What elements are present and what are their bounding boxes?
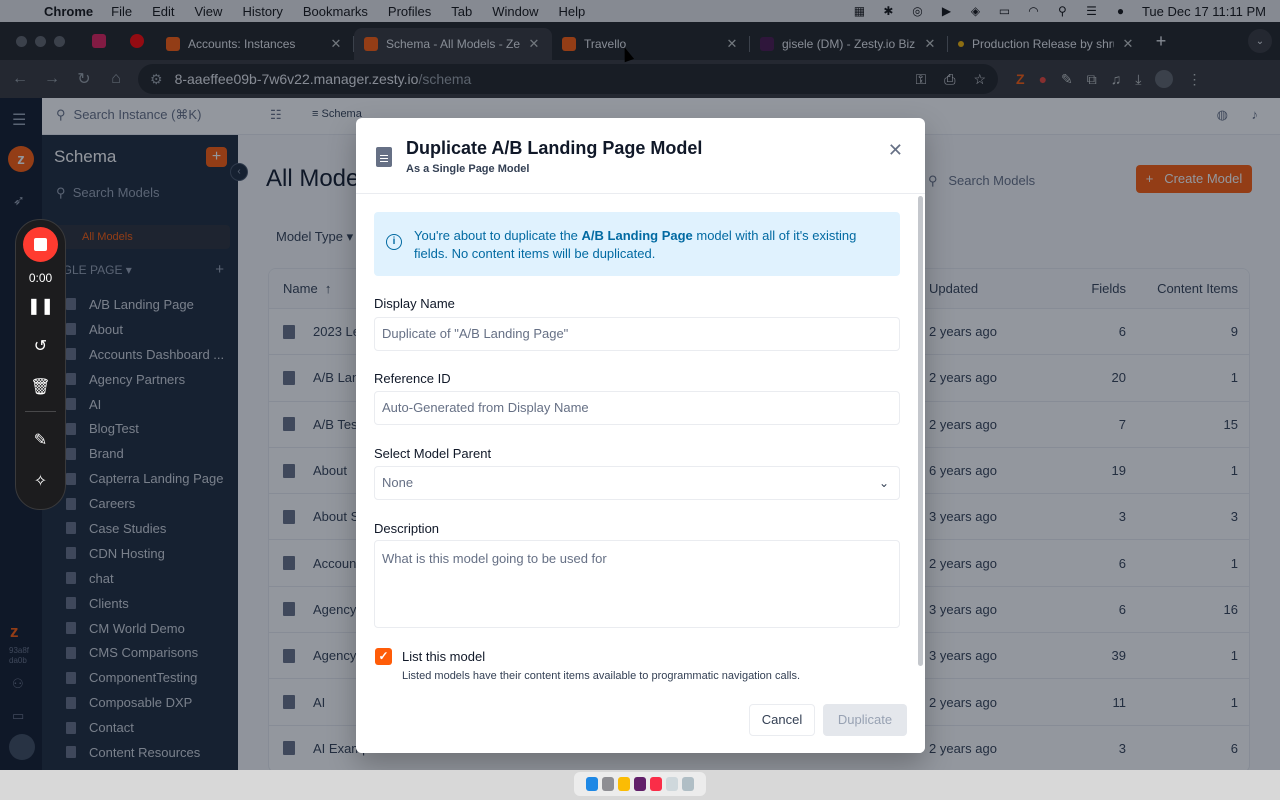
trash-icon[interactable]: 🗑 [16, 377, 65, 397]
close-icon[interactable]: ✕ [888, 140, 903, 161]
duplicate-button[interactable]: Duplicate [823, 704, 907, 736]
finder-icon[interactable] [586, 777, 598, 791]
description-textarea[interactable]: What is this model going to be used for [374, 540, 900, 628]
description-label: Description [374, 521, 440, 536]
trash-icon[interactable] [682, 777, 694, 791]
display-name-field[interactable]: Duplicate of "A/B Landing Page" [374, 317, 900, 351]
list-model-checkbox[interactable]: ✓ [375, 648, 392, 665]
reference-id-label: Reference ID [374, 371, 451, 386]
cancel-button[interactable]: Cancel [749, 704, 815, 736]
duplicate-model-dialog: Duplicate A/B Landing Page Model As a Si… [356, 118, 925, 753]
dialog-footer: Cancel Duplicate [356, 686, 925, 753]
dock-apps [574, 772, 706, 796]
list-model-help: Listed models have their content items a… [402, 670, 801, 682]
slack-icon[interactable] [634, 777, 646, 791]
stop-recording-button[interactable] [23, 227, 58, 262]
list-model-label[interactable]: List this model [402, 649, 485, 664]
dialog-header: Duplicate A/B Landing Page Model As a Si… [356, 118, 925, 194]
dialog-subtitle: As a Single Page Model [406, 163, 530, 175]
macos-dock [0, 770, 1280, 800]
model-parent-value: None [382, 475, 414, 490]
document-icon [376, 147, 392, 167]
magic-wand-icon[interactable]: ✧ [16, 471, 65, 491]
info-text-prefix: You're about to duplicate the [414, 228, 582, 243]
model-parent-label: Select Model Parent [374, 446, 492, 461]
music-icon[interactable] [650, 777, 662, 791]
display-name-label: Display Name [374, 296, 455, 311]
launchpad-icon[interactable] [602, 777, 614, 791]
recording-timer: 0:00 [28, 271, 53, 285]
dialog-body: i You're about to duplicate the A/B Land… [356, 194, 925, 686]
info-model-name: A/B Landing Page [581, 228, 693, 243]
pause-icon[interactable]: ❚❚ [16, 296, 65, 316]
downloads-icon[interactable] [666, 777, 678, 791]
model-parent-select[interactable]: None ⌄ [374, 466, 900, 500]
dialog-title: Duplicate A/B Landing Page Model [406, 138, 703, 158]
info-icon: i [386, 234, 402, 250]
restart-icon[interactable]: ↺ [16, 336, 65, 356]
info-alert: i You're about to duplicate the A/B Land… [374, 212, 900, 276]
reference-id-field[interactable]: Auto-Generated from Display Name [374, 391, 900, 425]
pen-icon[interactable]: ✎ [16, 430, 65, 450]
chrome-icon[interactable] [618, 777, 630, 791]
chevron-down-icon: ⌄ [878, 476, 889, 490]
dialog-scrollbar[interactable] [918, 196, 923, 666]
widget-divider [25, 411, 56, 412]
screen-recorder-widget: 0:00 ❚❚ ↺ 🗑 ✎ ✧ [15, 219, 66, 510]
